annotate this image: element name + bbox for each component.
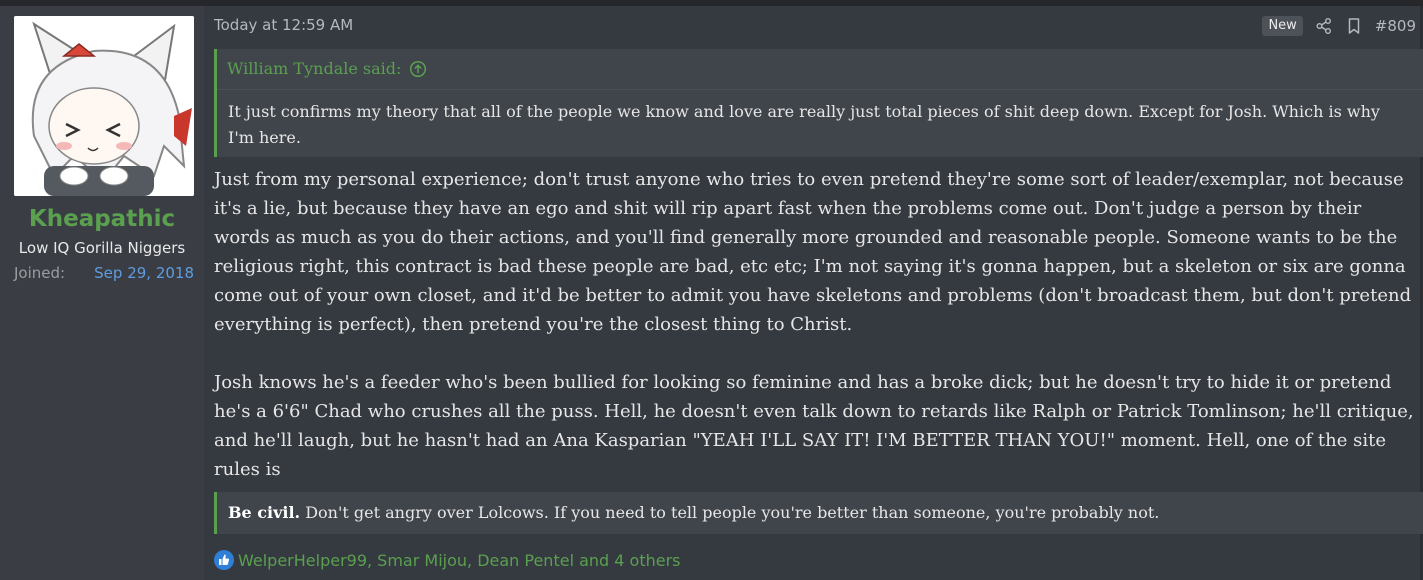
username[interactable]: Kheapathic (0, 206, 204, 232)
post-paragraph-1: Just from my personal experience; don't … (214, 169, 1412, 335)
joined-date: Sep 29, 2018 (94, 264, 194, 282)
quote-author[interactable]: William Tyndale said: (227, 59, 401, 78)
quote-header[interactable]: William Tyndale said: (227, 59, 427, 78)
reactions-users[interactable]: WelperHelper99, Smar Mijou, Dean Pentel … (238, 551, 681, 570)
rule-quote-bold: Be civil. (228, 503, 301, 522)
quote-block: William Tyndale said: It just confirms m… (214, 49, 1423, 157)
quote-divider (217, 89, 1423, 90)
user-title: Low IQ Gorilla Niggers (18, 239, 186, 257)
post-content: Today at 12:59 AM New #809 William Tynda… (204, 6, 1423, 580)
avatar-image (14, 16, 194, 196)
bookmark-icon[interactable] (1345, 17, 1363, 35)
reactions-bar[interactable]: WelperHelper99, Smar Mijou, Dean Pentel … (214, 550, 681, 570)
like-icon (214, 550, 234, 570)
arrow-up-circle-icon[interactable] (409, 60, 427, 78)
post-number[interactable]: #809 (1375, 17, 1416, 35)
new-badge: New (1262, 16, 1303, 36)
rule-quote-block: Be civil. Don't get angry over Lolcows. … (214, 492, 1423, 534)
post-tools: New #809 (1262, 16, 1416, 36)
forum-post: Kheapathic Low IQ Gorilla Niggers Joined… (0, 6, 1423, 580)
joined-label: Joined: (14, 264, 66, 282)
user-panel: Kheapathic Low IQ Gorilla Niggers Joined… (0, 6, 204, 580)
rule-quote-rest: Don't get angry over Lolcows. If you nee… (300, 503, 1160, 522)
rule-quote-text: Be civil. Don't get angry over Lolcows. … (228, 500, 1408, 526)
post-paragraph-2: Josh knows he's a feeder who's been bull… (214, 372, 1414, 480)
share-icon[interactable] (1315, 17, 1333, 35)
joined-info: Joined: Sep 29, 2018 (14, 264, 194, 282)
post-date[interactable]: Today at 12:59 AM (214, 16, 353, 34)
avatar[interactable] (14, 16, 194, 196)
quote-text: It just confirms my theory that all of t… (228, 102, 1380, 147)
